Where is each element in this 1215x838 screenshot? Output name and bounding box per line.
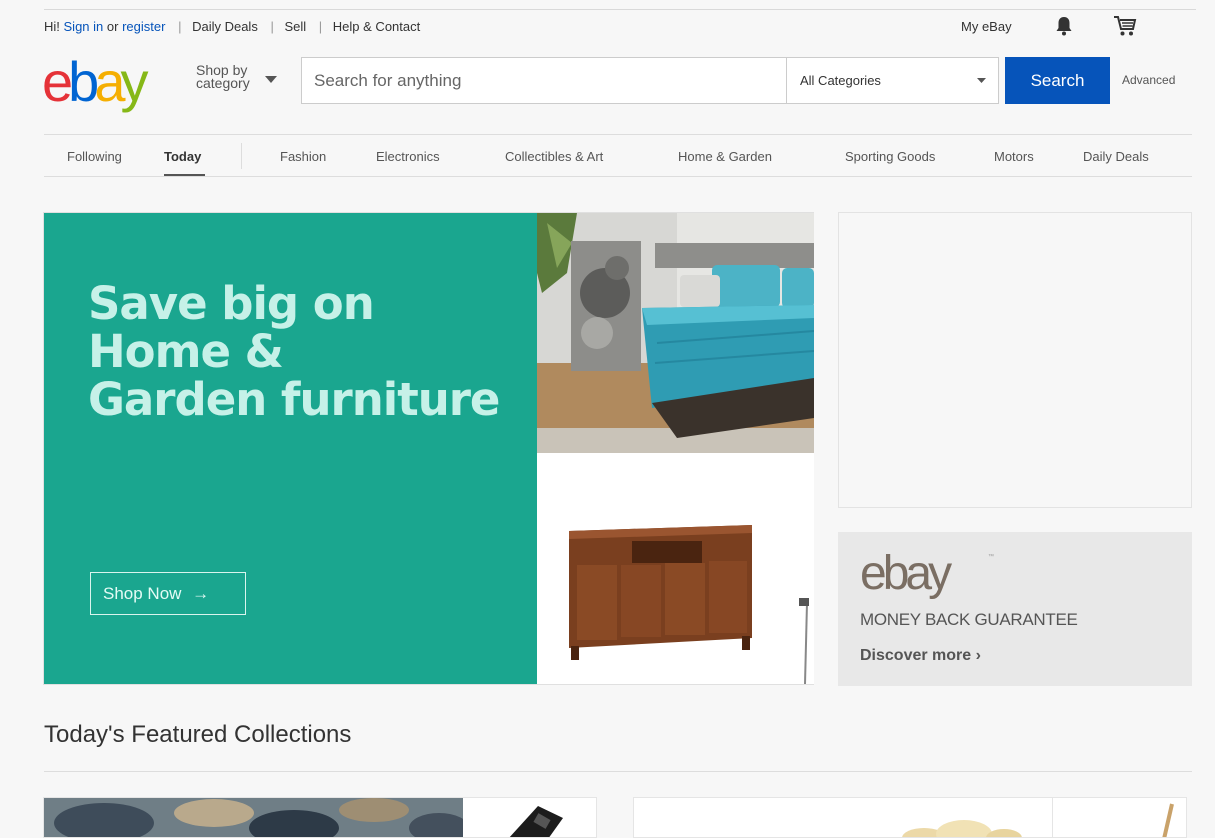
daily-deals-link[interactable]: Daily Deals [192,19,258,34]
headline-line: Garden furniture [88,373,500,426]
product-thumbnail [463,798,596,837]
search-bar: All Categories [301,57,999,104]
money-back-guarantee-banner[interactable]: ebay ™ MONEY BACK GUARANTEE Discover mor… [838,532,1192,686]
utility-links: Hi! Sign in or register | Daily Deals | … [44,19,420,34]
active-tab-indicator [164,174,205,176]
rug-photo [44,798,463,837]
trademark-symbol: ™ [988,554,994,560]
ebay-logo-gray: ebay [860,547,952,600]
sideboard-photo [537,453,814,684]
help-contact-link[interactable]: Help & Contact [333,19,420,34]
divider: | [270,19,274,34]
search-input[interactable] [302,58,786,103]
nav-divider [241,143,242,169]
nav-item-fashion[interactable]: Fashion [280,149,326,164]
discover-more-link[interactable]: Discover more › [860,647,981,665]
bell-icon[interactable] [1053,15,1075,37]
utility-right: My eBay [955,12,1215,40]
sell-link[interactable]: Sell [284,19,306,34]
nav-item-daily-deals[interactable]: Daily Deals [1083,149,1149,164]
section-divider [44,771,1192,772]
nav-item-motors[interactable]: Motors [994,149,1034,164]
discover-more-label: Discover more [860,647,972,664]
logo-letter: b [68,50,99,113]
shop-now-label: Shop Now [103,583,182,603]
logo-letter: a [94,50,125,113]
cart-icon[interactable] [1113,15,1137,37]
category-select-value: All Categories [800,73,881,88]
shop-now-button[interactable]: Shop Now → [90,572,246,615]
greeting-text: Hi! [44,19,60,34]
or-text: or [106,19,119,34]
nav-item-collectibles-art[interactable]: Collectibles & Art [505,149,603,164]
hero-text-panel: Save big on Home & Garden furniture Shop… [44,213,537,684]
shop-by-category-button[interactable]: Shop by category [196,63,250,91]
caret-down-icon [977,78,986,83]
collection-card[interactable] [43,797,597,838]
headline-line: Save big on [88,277,375,330]
divider: | [178,19,182,34]
nav-item-sporting-goods[interactable]: Sporting Goods [845,149,935,164]
my-ebay-link[interactable]: My eBay [961,19,1012,34]
advanced-search-link[interactable]: Advanced [1122,73,1175,87]
hero-headline: Save big on Home & Garden furniture [88,280,528,424]
register-link[interactable]: register [122,19,165,34]
headline-line: Home & [88,325,284,378]
logo-letter: e [42,50,73,113]
top-utility-bar: Hi! Sign in or register | Daily Deals | … [0,0,1215,46]
header: ebay Shop by category All Categories Sea… [0,46,1215,126]
bedroom-photo [537,213,814,453]
card-divider [1052,798,1053,837]
nav-item-following[interactable]: Following [67,149,122,164]
guarantee-text: MONEY BACK GUARANTEE [860,610,1078,629]
ad-slot [838,212,1192,508]
category-label: category [196,75,250,91]
caret-down-icon[interactable] [265,76,277,84]
sign-in-link[interactable]: Sign in [64,19,104,34]
featured-collections-title: Today's Featured Collections [44,721,352,748]
ebay-logo[interactable]: ebay [42,54,182,110]
search-button[interactable]: Search [1005,57,1110,104]
top-rule [44,9,1196,10]
hero-banner[interactable]: Save big on Home & Garden furniture Shop… [43,212,814,685]
category-nav: Following Today Fashion Electronics Coll… [44,134,1192,177]
nav-item-electronics[interactable]: Electronics [376,149,440,164]
category-select[interactable]: All Categories [786,58,998,103]
divider: | [318,19,323,34]
collection-photo [634,798,1186,837]
arrow-right-icon: → [192,583,210,603]
chevron-right-icon: › [975,647,981,664]
collection-card[interactable] [633,797,1187,838]
logo-letter: y [120,50,148,113]
nav-item-today[interactable]: Today [164,149,201,164]
nav-item-home-garden[interactable]: Home & Garden [678,149,772,164]
